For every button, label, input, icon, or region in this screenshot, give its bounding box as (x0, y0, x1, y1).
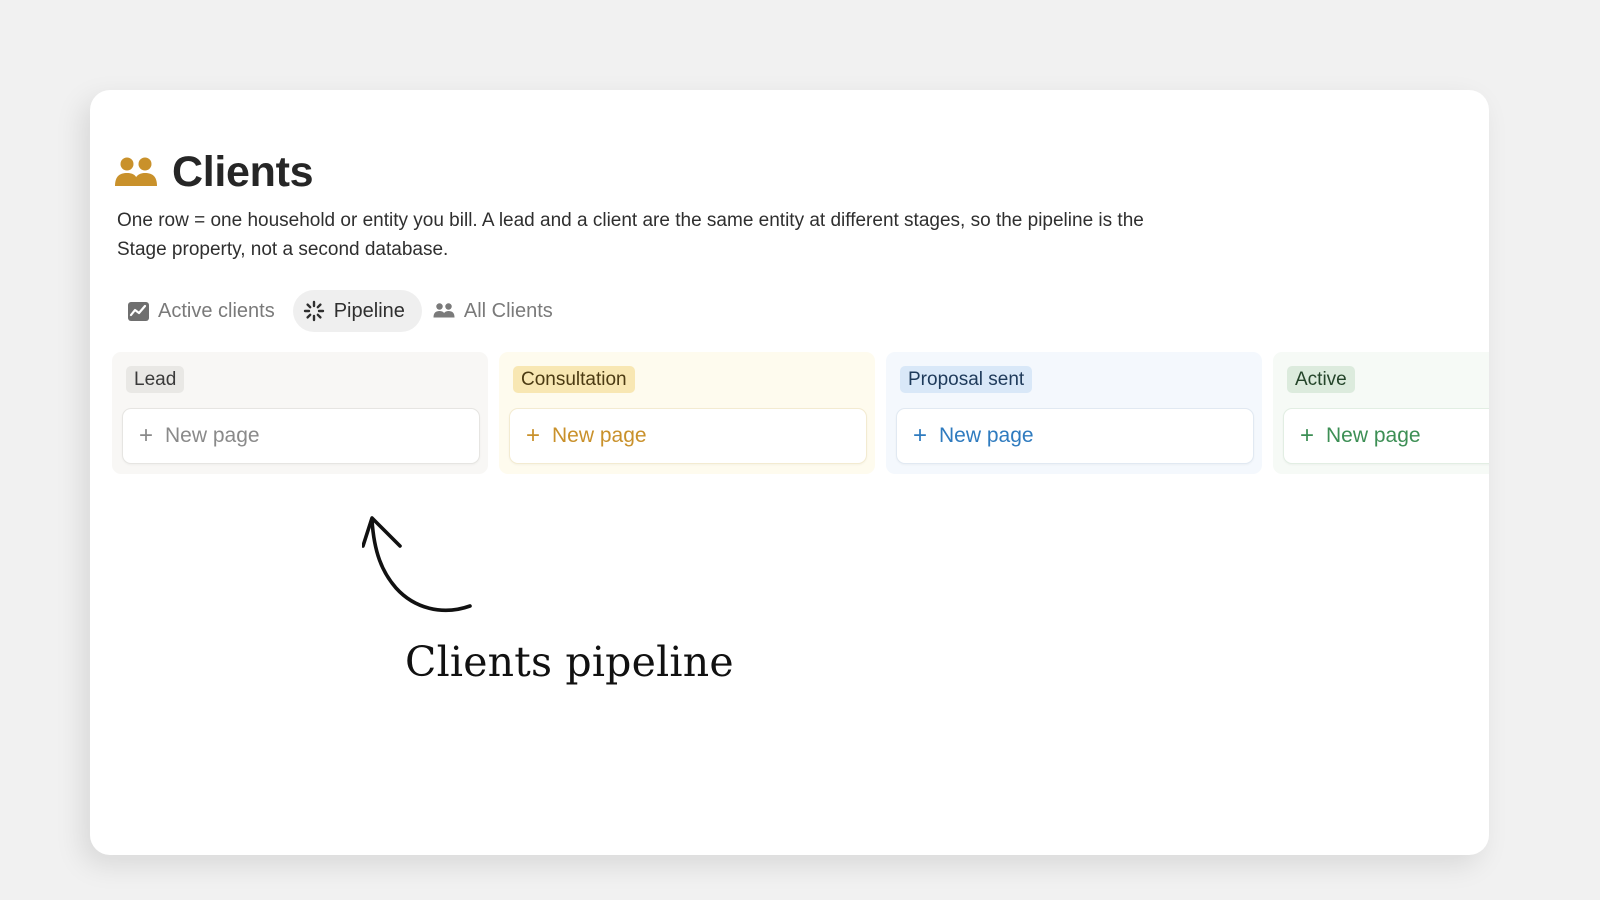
new-page-label: New page (939, 424, 1034, 447)
loading-icon (303, 300, 325, 322)
annotation-label: Clients pipeline (405, 638, 734, 686)
chart-icon (127, 300, 149, 322)
column-header-badge[interactable]: Lead (126, 366, 185, 393)
column-header-badge[interactable]: Proposal sent (900, 366, 1033, 393)
new-page-button[interactable]: + New page (509, 408, 867, 464)
pipeline-board: Lead + New page Consultation + New page … (112, 352, 1489, 482)
tab-all-clients[interactable]: All Clients (423, 290, 570, 332)
new-page-button[interactable]: + New page (1283, 408, 1489, 464)
new-page-label: New page (165, 424, 260, 447)
column-lead: Lead + New page (112, 352, 488, 474)
new-page-label: New page (1326, 424, 1421, 447)
tab-active-clients[interactable]: Active clients (117, 290, 292, 332)
column-active: Active + New page (1273, 352, 1489, 474)
people-icon (433, 300, 455, 322)
column-proposal-sent: Proposal sent + New page (886, 352, 1262, 474)
people-icon (114, 156, 158, 190)
curved-arrow-icon (362, 516, 472, 613)
new-page-button[interactable]: + New page (122, 408, 480, 464)
page-title: Clients (172, 148, 314, 196)
column-consultation: Consultation + New page (499, 352, 875, 474)
column-header-badge[interactable]: Consultation (513, 366, 635, 393)
plus-icon: + (913, 422, 928, 449)
tab-label: Active clients (158, 299, 275, 322)
page-description: One row = one household or entity you bi… (117, 210, 1144, 260)
column-header-badge[interactable]: Active (1287, 366, 1355, 393)
page-card: Clients One row = one household or entit… (90, 90, 1489, 855)
new-page-button[interactable]: + New page (896, 408, 1254, 464)
plus-icon: + (526, 422, 541, 449)
tab-label: All Clients (463, 299, 553, 322)
plus-icon: + (1300, 422, 1315, 449)
tab-pipeline[interactable]: Pipeline (292, 290, 422, 332)
plus-icon: + (139, 422, 154, 449)
new-page-label: New page (552, 424, 647, 447)
tab-label: Pipeline (333, 299, 405, 322)
page-header: Clients (114, 148, 314, 197)
view-tabs: Active clients Pipeline All Clients (117, 290, 571, 332)
